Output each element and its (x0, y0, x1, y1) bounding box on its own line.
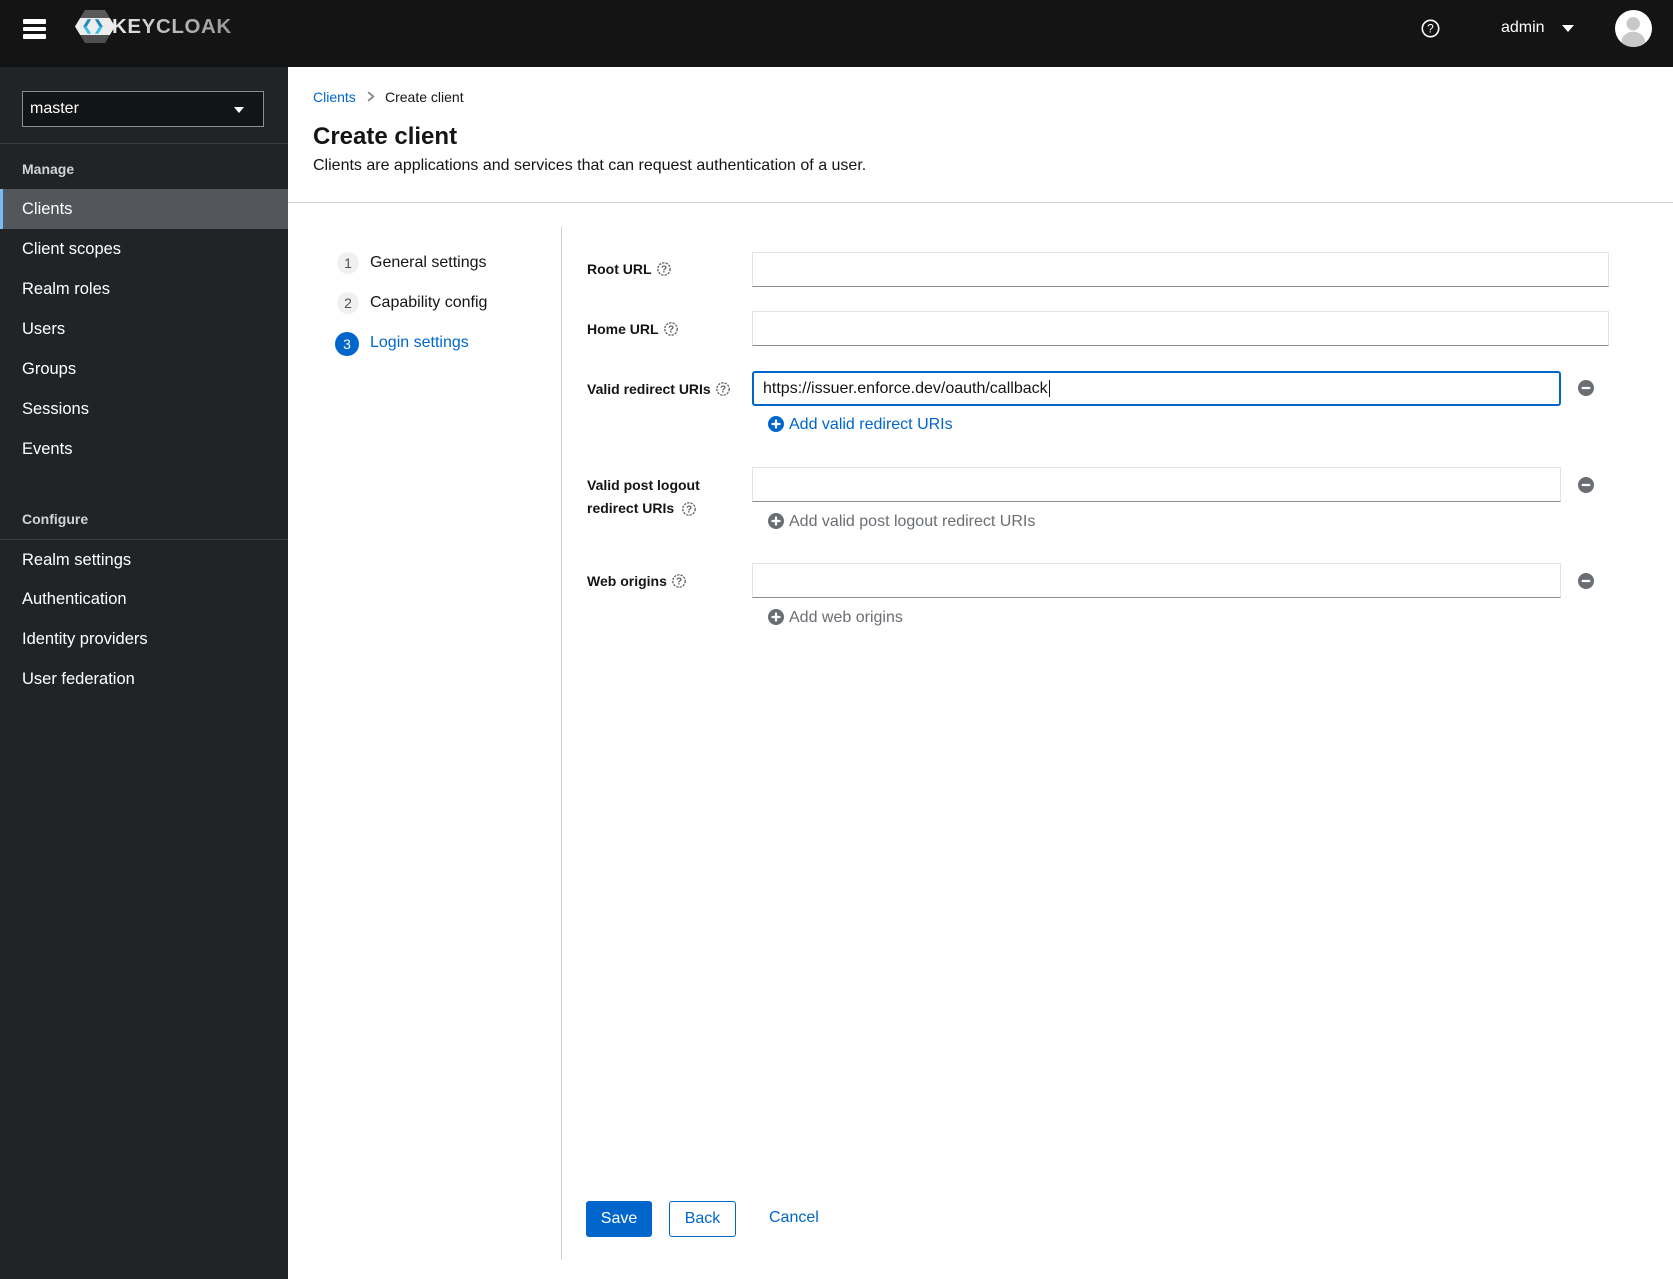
svg-text:?: ? (1427, 22, 1434, 36)
svg-text:?: ? (720, 385, 726, 396)
svg-text:?: ? (661, 265, 667, 276)
svg-text:?: ? (686, 505, 692, 516)
svg-text:?: ? (668, 325, 674, 336)
svg-text:?: ? (676, 577, 682, 588)
